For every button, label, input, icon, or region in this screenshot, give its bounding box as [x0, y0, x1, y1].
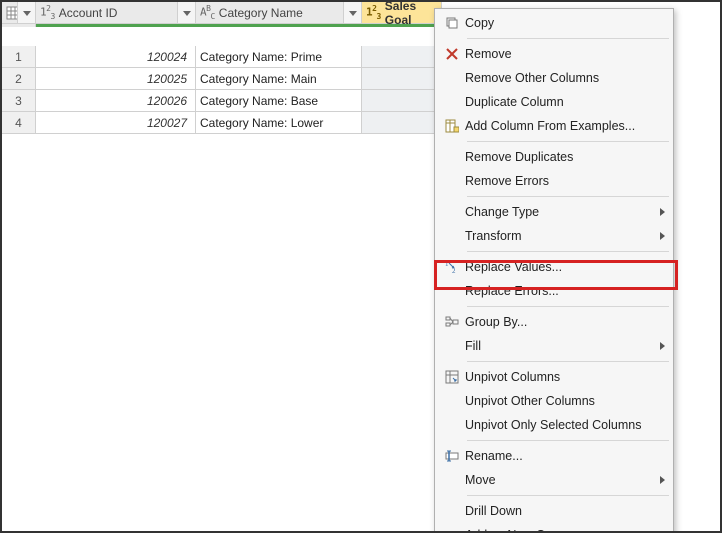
menu-add-column-from-examples[interactable]: Add Column From Examples...	[435, 114, 673, 138]
group-by-icon	[439, 315, 465, 329]
row-number: 4	[15, 116, 22, 130]
cell-category-name[interactable]: Category Name: Main	[196, 68, 362, 90]
menu-change-type[interactable]: Change Type	[435, 200, 673, 224]
menu-unpivot-selected-columns[interactable]: Unpivot Only Selected Columns	[435, 413, 673, 437]
cell-category-name[interactable]: Category Name: Lower	[196, 112, 362, 134]
menu-fill[interactable]: Fill	[435, 334, 673, 358]
cell-sales-goal[interactable]	[362, 112, 442, 134]
column-filter-button[interactable]	[343, 2, 361, 23]
row-header[interactable]: 3	[2, 90, 36, 112]
menu-replace-errors[interactable]: Replace Errors...	[435, 279, 673, 303]
add-column-icon	[439, 119, 465, 133]
text-type-icon: ABC	[200, 4, 215, 21]
remove-icon	[439, 48, 465, 60]
number-type-icon: 123	[366, 4, 381, 21]
svg-text:1: 1	[445, 260, 449, 268]
menu-separator	[467, 440, 669, 441]
row-number: 3	[15, 94, 22, 108]
menu-separator	[467, 306, 669, 307]
menu-separator	[467, 141, 669, 142]
number-type-icon: 123	[40, 4, 55, 21]
menu-separator	[467, 361, 669, 362]
cell-sales-goal[interactable]	[362, 46, 442, 68]
cell-category-name[interactable]: Category Name: Base	[196, 90, 362, 112]
quality-bar	[196, 24, 362, 27]
replace-values-icon: 12	[439, 260, 465, 274]
menu-separator	[467, 196, 669, 197]
cell-account-id[interactable]: 120027	[36, 112, 196, 134]
menu-remove-errors[interactable]: Remove Errors	[435, 169, 673, 193]
copy-icon	[439, 16, 465, 30]
menu-move[interactable]: Move	[435, 468, 673, 492]
row-header[interactable]: 1	[2, 46, 36, 68]
column-header-account-id[interactable]: 123 Account ID	[36, 2, 196, 24]
column-label: Category Name	[219, 6, 303, 20]
row-number: 1	[15, 50, 22, 64]
menu-unpivot-other-columns[interactable]: Unpivot Other Columns	[435, 389, 673, 413]
column-header-category-name[interactable]: ABC Category Name	[196, 2, 362, 24]
row-header[interactable]: 4	[2, 112, 36, 134]
menu-transform[interactable]: Transform	[435, 224, 673, 248]
menu-remove-duplicates[interactable]: Remove Duplicates	[435, 145, 673, 169]
menu-group-by[interactable]: Group By...	[435, 310, 673, 334]
row-header[interactable]: 2	[2, 68, 36, 90]
menu-copy[interactable]: Copy	[435, 11, 673, 35]
cell-account-id[interactable]: 120025	[36, 68, 196, 90]
table-corner[interactable]	[2, 2, 36, 24]
table-menu-button[interactable]	[17, 2, 35, 23]
menu-separator	[467, 38, 669, 39]
quality-bar-corner	[2, 24, 36, 27]
menu-unpivot-columns[interactable]: Unpivot Columns	[435, 365, 673, 389]
menu-duplicate-column[interactable]: Duplicate Column	[435, 90, 673, 114]
column-header-sales-goal[interactable]: 123 Sales Goal	[362, 2, 442, 24]
cell-sales-goal[interactable]	[362, 90, 442, 112]
row-number: 2	[15, 72, 22, 86]
submenu-arrow-icon	[660, 342, 665, 350]
quality-bar	[36, 24, 196, 27]
cell-category-name[interactable]: Category Name: Prime	[196, 46, 362, 68]
unpivot-icon	[439, 370, 465, 384]
submenu-arrow-icon	[660, 208, 665, 216]
submenu-arrow-icon	[660, 232, 665, 240]
svg-text:2: 2	[452, 267, 456, 274]
column-label: Sales Goal	[385, 0, 437, 27]
menu-drill-down[interactable]: Drill Down	[435, 499, 673, 523]
menu-separator	[467, 251, 669, 252]
cell-account-id[interactable]: 120026	[36, 90, 196, 112]
menu-add-as-new-query[interactable]: Add as New Query	[435, 523, 673, 533]
menu-remove[interactable]: Remove	[435, 42, 673, 66]
column-filter-button[interactable]	[177, 2, 195, 23]
menu-rename[interactable]: Rename...	[435, 444, 673, 468]
menu-separator	[467, 495, 669, 496]
column-context-menu: Copy Remove Remove Other Columns Duplica…	[434, 8, 674, 533]
rename-icon	[439, 449, 465, 463]
submenu-arrow-icon	[660, 476, 665, 484]
cell-account-id[interactable]: 120024	[36, 46, 196, 68]
column-label: Account ID	[59, 6, 118, 20]
menu-remove-other-columns[interactable]: Remove Other Columns	[435, 66, 673, 90]
cell-sales-goal[interactable]	[362, 68, 442, 90]
menu-replace-values[interactable]: 12 Replace Values...	[435, 255, 673, 279]
